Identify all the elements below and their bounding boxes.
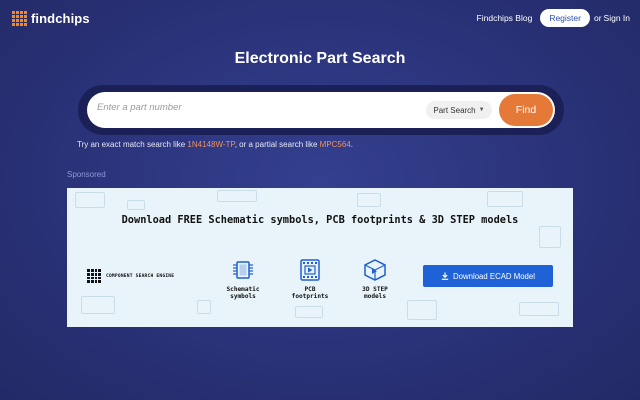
blog-link[interactable]: Findchips Blog <box>477 13 533 23</box>
pcb-footprint-icon <box>300 259 320 281</box>
logo-text: findchips <box>31 11 90 26</box>
top-nav: Findchips Blog Register or Sign In <box>477 9 630 27</box>
exact-example-link[interactable]: 1N4148W-TP <box>187 140 234 149</box>
download-ecad-model-button[interactable]: Download ECAD Model <box>423 265 553 287</box>
feature-schematic: Schematic symbols <box>213 258 273 300</box>
decor-shape <box>295 306 323 318</box>
hint-prefix: Try an exact match search like <box>77 140 188 149</box>
download-icon <box>441 272 449 280</box>
decor-shape <box>127 200 145 210</box>
sponsored-label: Sponsored <box>67 170 106 179</box>
decor-shape <box>487 191 523 207</box>
decor-shape <box>197 300 211 314</box>
feature-pcb: PCB footprints <box>280 258 340 300</box>
decor-shape <box>519 302 559 316</box>
page-title: Electronic Part Search <box>234 50 406 67</box>
feature-label-line1: Schematic <box>226 286 260 293</box>
search-box: Part Search ▼ <box>87 92 555 128</box>
feature-label-line2: footprints <box>291 293 329 300</box>
top-bar: findchips Findchips Blog Register or Sig… <box>0 0 640 38</box>
cse-logo-icon <box>87 269 101 283</box>
decor-shape <box>75 192 105 208</box>
findchips-logo-icon <box>12 11 27 26</box>
decor-shape <box>217 190 257 202</box>
partial-example-link[interactable]: MPC564 <box>320 140 351 149</box>
feature-3d: 3D STEP models <box>345 258 405 300</box>
search-bar-frame: Part Search ▼ Find <box>78 85 564 135</box>
find-button[interactable]: Find <box>499 94 553 126</box>
feature-label-line2: symbols <box>230 293 256 300</box>
decor-shape <box>357 193 381 207</box>
download-button-label: Download ECAD Model <box>453 271 535 281</box>
ad-title: Download FREE Schematic symbols, PCB foo… <box>121 214 519 226</box>
decor-shape <box>81 296 115 314</box>
feature-label-line1: PCB <box>304 286 316 293</box>
or-text: or <box>593 13 602 23</box>
caret-down-icon: ▼ <box>478 107 485 113</box>
chip-icon <box>233 261 253 279</box>
feature-label-line2: models <box>363 293 386 300</box>
hint-middle: , or a partial search like <box>234 140 320 149</box>
ad-banner[interactable]: Download FREE Schematic symbols, PCB foo… <box>67 188 573 327</box>
findchips-logo[interactable]: findchips <box>12 11 90 26</box>
decor-shape <box>539 226 561 248</box>
feature-label-line1: 3D STEP <box>362 286 388 293</box>
search-hint: Try an exact match search like 1N4148W-T… <box>77 140 353 149</box>
component-search-engine-brand: COMPONENT SEARCH ENGINE <box>87 269 174 283</box>
search-type-label: Part Search <box>433 105 476 115</box>
part-number-search-input[interactable] <box>97 102 397 113</box>
search-type-select[interactable]: Part Search ▼ <box>426 101 492 119</box>
register-button[interactable]: Register <box>540 9 590 27</box>
decor-shape <box>407 300 437 320</box>
hint-suffix: . <box>350 140 354 149</box>
brand-text: COMPONENT SEARCH ENGINE <box>106 273 175 279</box>
cube-3d-icon <box>364 259 386 281</box>
sign-in-link[interactable]: Sign In <box>604 13 630 23</box>
